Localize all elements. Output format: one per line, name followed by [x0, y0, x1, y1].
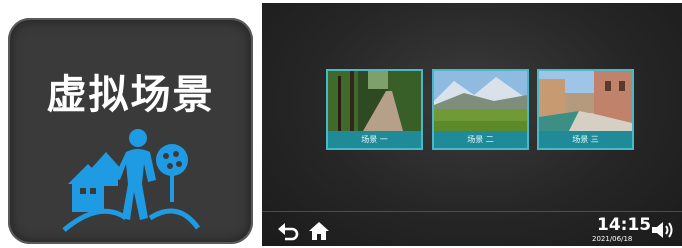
tile-title: 虚拟场景 — [46, 72, 215, 118]
clock-time: 14:15 — [597, 215, 652, 235]
scene-label: 场景 二 — [434, 131, 527, 148]
forest-path-thumbnail — [328, 71, 421, 131]
mountain-meadow-thumbnail — [434, 71, 527, 131]
canal-street-thumbnail — [539, 71, 632, 131]
home-icon[interactable] — [308, 220, 330, 242]
volume-icon[interactable] — [650, 219, 674, 241]
virtual-scene-tile[interactable]: 虚拟场景 — [8, 18, 253, 244]
bottom-bar-divider — [262, 211, 682, 212]
device-screen: 场景 一 场景 二 场景 三 14:15 2021/06/18 — [262, 3, 682, 246]
scene-label: 场景 三 — [539, 131, 632, 148]
virtual-scene-icon — [62, 129, 200, 232]
scene-label: 场景 一 — [328, 131, 421, 148]
back-icon[interactable] — [278, 221, 300, 243]
scene-card-2[interactable]: 场景 二 — [432, 69, 529, 150]
scene-card-3[interactable]: 场景 三 — [537, 69, 634, 150]
scene-card-1[interactable]: 场景 一 — [326, 69, 423, 150]
clock-date: 2021/06/18 — [592, 235, 633, 243]
